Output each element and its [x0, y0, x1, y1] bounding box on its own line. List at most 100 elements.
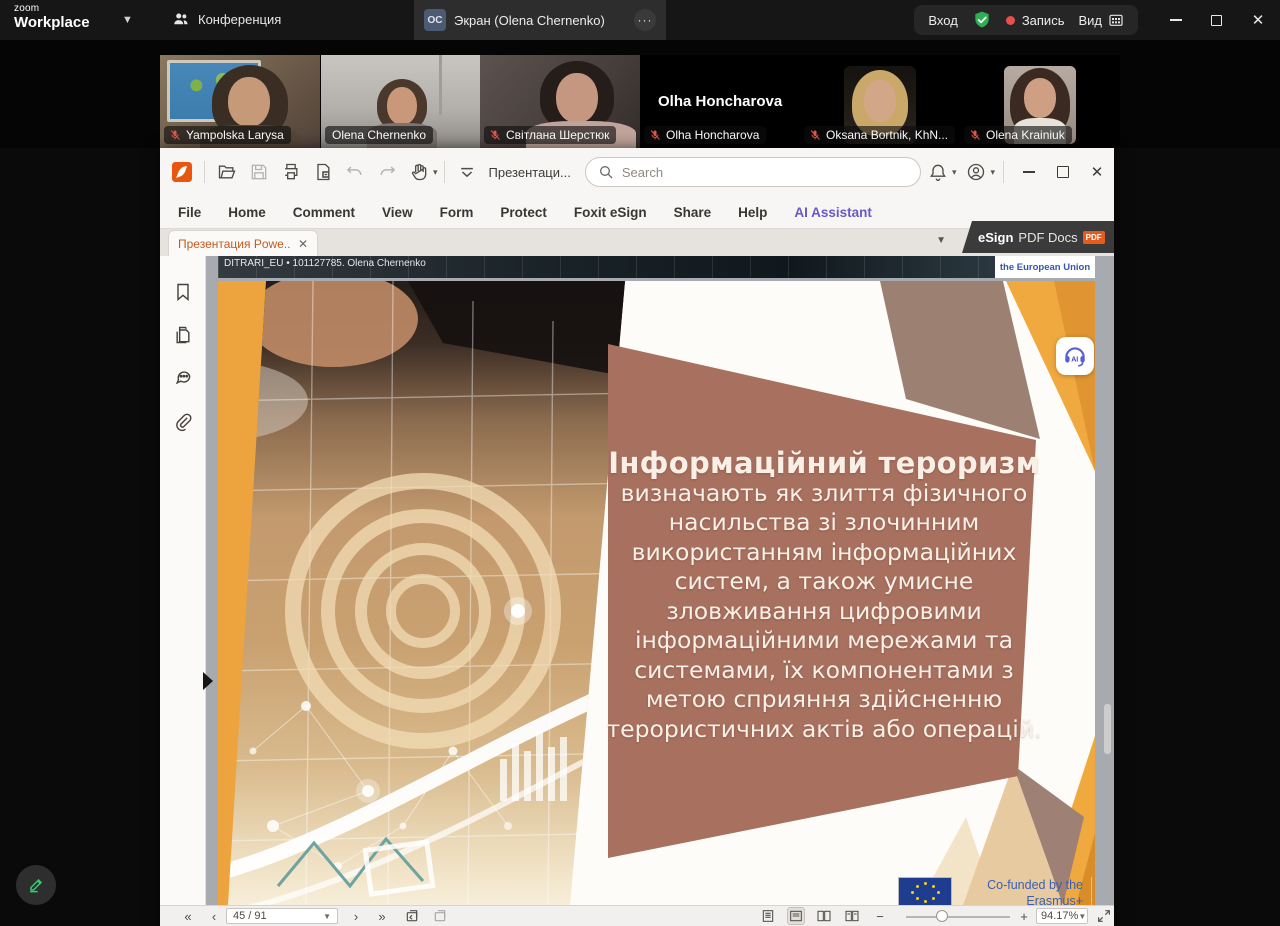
open-file-icon[interactable] [217, 162, 237, 182]
menu-ai-assistant[interactable]: AI Assistant [794, 205, 872, 220]
menu-share[interactable]: Share [674, 205, 712, 220]
fit-page-view-icon[interactable] [788, 908, 804, 924]
participant-name-tag: Oksana Bortnik, KhN... [804, 126, 955, 144]
panel-expand-handle[interactable] [203, 672, 213, 690]
document-tab[interactable]: Презентация Powe... ✕ [168, 230, 318, 257]
navigation-panel [160, 256, 206, 905]
search-input[interactable]: Search [585, 157, 921, 187]
security-shield-icon[interactable] [972, 10, 992, 30]
annotate-button[interactable] [16, 865, 56, 905]
person-face [387, 87, 417, 125]
window-minimize-button[interactable] [1156, 0, 1196, 40]
fullscreen-icon[interactable] [1096, 908, 1112, 924]
hand-tool-icon[interactable] [409, 162, 429, 182]
window-close-button[interactable]: ✕ [1238, 0, 1278, 40]
redo-icon[interactable] [377, 162, 397, 182]
last-page-button[interactable]: » [372, 906, 392, 926]
zoom-workplace-logo: zoom Workplace [14, 4, 90, 30]
menu-form[interactable]: Form [440, 205, 474, 220]
print-icon[interactable] [281, 162, 301, 182]
video-tile-olena-chernenko[interactable]: Olena Chernenko [321, 55, 481, 148]
zoom-in-button[interactable]: + [1016, 906, 1032, 926]
video-tile-svitlana-sherstiuk[interactable]: Світлана Шерстюк [480, 55, 640, 148]
undo-icon[interactable] [345, 162, 365, 182]
video-tile-yampolska-larysa[interactable]: Yampolska Larysa [160, 55, 320, 148]
slide-text-block: Інформаційний тероризм визначають як зли… [606, 449, 1042, 744]
page-number-input[interactable]: 45 / 91 ▼ [226, 908, 338, 924]
bookmarks-panel-icon[interactable] [173, 282, 193, 302]
two-page-cover-view-icon[interactable] [844, 908, 860, 924]
tab-list-dropdown-icon[interactable]: ▼ [936, 235, 946, 246]
zoom-out-button[interactable]: − [872, 906, 888, 926]
menu-home[interactable]: Home [228, 205, 266, 220]
mic-muted-icon [489, 129, 501, 141]
notifications-bell-icon[interactable] [928, 162, 948, 182]
previous-page-button[interactable]: ‹ [206, 906, 222, 926]
document-switcher[interactable]: Презентаци... [489, 165, 571, 180]
next-view-icon[interactable] [432, 908, 448, 924]
attachments-panel-icon[interactable] [173, 412, 193, 432]
save-icon[interactable] [249, 162, 269, 182]
single-page-view-icon[interactable] [760, 908, 776, 924]
zoom-slider-track[interactable] [906, 916, 1010, 918]
account-icon[interactable] [966, 162, 986, 182]
person-face [556, 73, 598, 123]
sign-in-button[interactable]: Вход [928, 13, 957, 28]
view-button[interactable]: Вид [1078, 12, 1124, 28]
svg-text:AI: AI [1071, 356, 1078, 363]
hand-tool-dropdown-icon[interactable]: ▾ [433, 167, 438, 178]
video-tile-olena-krainiuk[interactable]: Olena Krainiuk [960, 55, 1120, 148]
menu-protect[interactable]: Protect [500, 205, 547, 220]
first-page-button[interactable]: « [178, 906, 198, 926]
recording-indicator[interactable]: Запись [1006, 13, 1065, 28]
menu-foxit-esign[interactable]: Foxit eSign [574, 205, 647, 220]
esign-pdf-docs-button[interactable]: eSign PDF Docs PDF [962, 221, 1114, 253]
notifications-dropdown-icon[interactable]: ▾ [952, 167, 957, 178]
foxit-maximize-button[interactable] [1046, 155, 1080, 189]
esign-label-bold: eSign [978, 230, 1013, 245]
next-page-button[interactable]: › [348, 906, 364, 926]
comments-panel-icon[interactable] [173, 367, 193, 387]
avatar: ОС [424, 9, 446, 31]
mic-muted-icon [649, 129, 661, 141]
window-restore-button[interactable] [1196, 0, 1236, 40]
slide-body-line: зловживання цифровими [606, 597, 1042, 627]
collapse-toolbar-icon[interactable] [457, 162, 477, 182]
menu-file[interactable]: File [178, 205, 201, 220]
pdf-page: DITRARI_EU • 101127785. Olena Chernenko … [218, 256, 1095, 278]
pages-panel-icon[interactable] [173, 325, 193, 345]
menu-help[interactable]: Help [738, 205, 767, 220]
mic-muted-icon [809, 129, 821, 141]
view-grid-icon [1108, 12, 1124, 28]
export-page-icon[interactable] [313, 162, 333, 182]
meeting-tab[interactable]: Конференция [172, 10, 281, 28]
document-tabs-row: Презентация Powe... ✕ ▼ eSign PDF Docs P… [160, 228, 1114, 256]
menu-comment[interactable]: Comment [293, 205, 355, 220]
tab-more-icon[interactable]: ··· [634, 9, 656, 31]
participant-name: Olena Chernenko [332, 128, 426, 142]
document-tab-close-icon[interactable]: ✕ [298, 237, 308, 251]
account-dropdown-icon[interactable]: ▾ [990, 167, 995, 178]
zoom-slider-thumb[interactable] [936, 910, 948, 922]
foxit-minimize-button[interactable] [1012, 155, 1046, 189]
participant-name: Yampolska Larysa [186, 128, 284, 142]
two-page-view-icon[interactable] [816, 908, 832, 924]
mic-muted-icon [169, 129, 181, 141]
video-tile-oksana-bortnik[interactable]: Oksana Bortnik, KhN... [800, 55, 960, 148]
slide-title: Інформаційний тероризм [606, 449, 1042, 479]
zoom-level-value: 94.17% [1041, 910, 1078, 922]
participant-name-tag: Olena Krainiuk [964, 126, 1072, 144]
ai-headset-icon: AI [1062, 343, 1088, 369]
menu-view[interactable]: View [382, 205, 413, 220]
participants-icon [172, 10, 190, 28]
foxit-app-logo [172, 162, 192, 182]
search-icon [598, 164, 614, 180]
previous-view-icon[interactable] [404, 908, 420, 924]
chevron-down-icon[interactable]: ▼ [122, 14, 133, 26]
screen-share-tab[interactable]: ОС Экран (Olena Chernenko) ··· [414, 0, 666, 40]
foxit-close-button[interactable]: ✕ [1080, 155, 1114, 189]
zoom-level-input[interactable]: 94.17% ▼ [1036, 908, 1088, 924]
video-tile-olha-honcharova[interactable]: Olha Honcharova Olha Honcharova [640, 55, 800, 148]
vertical-scrollbar-thumb[interactable] [1104, 704, 1111, 754]
ai-assistant-floating-button[interactable]: AI [1056, 337, 1094, 375]
